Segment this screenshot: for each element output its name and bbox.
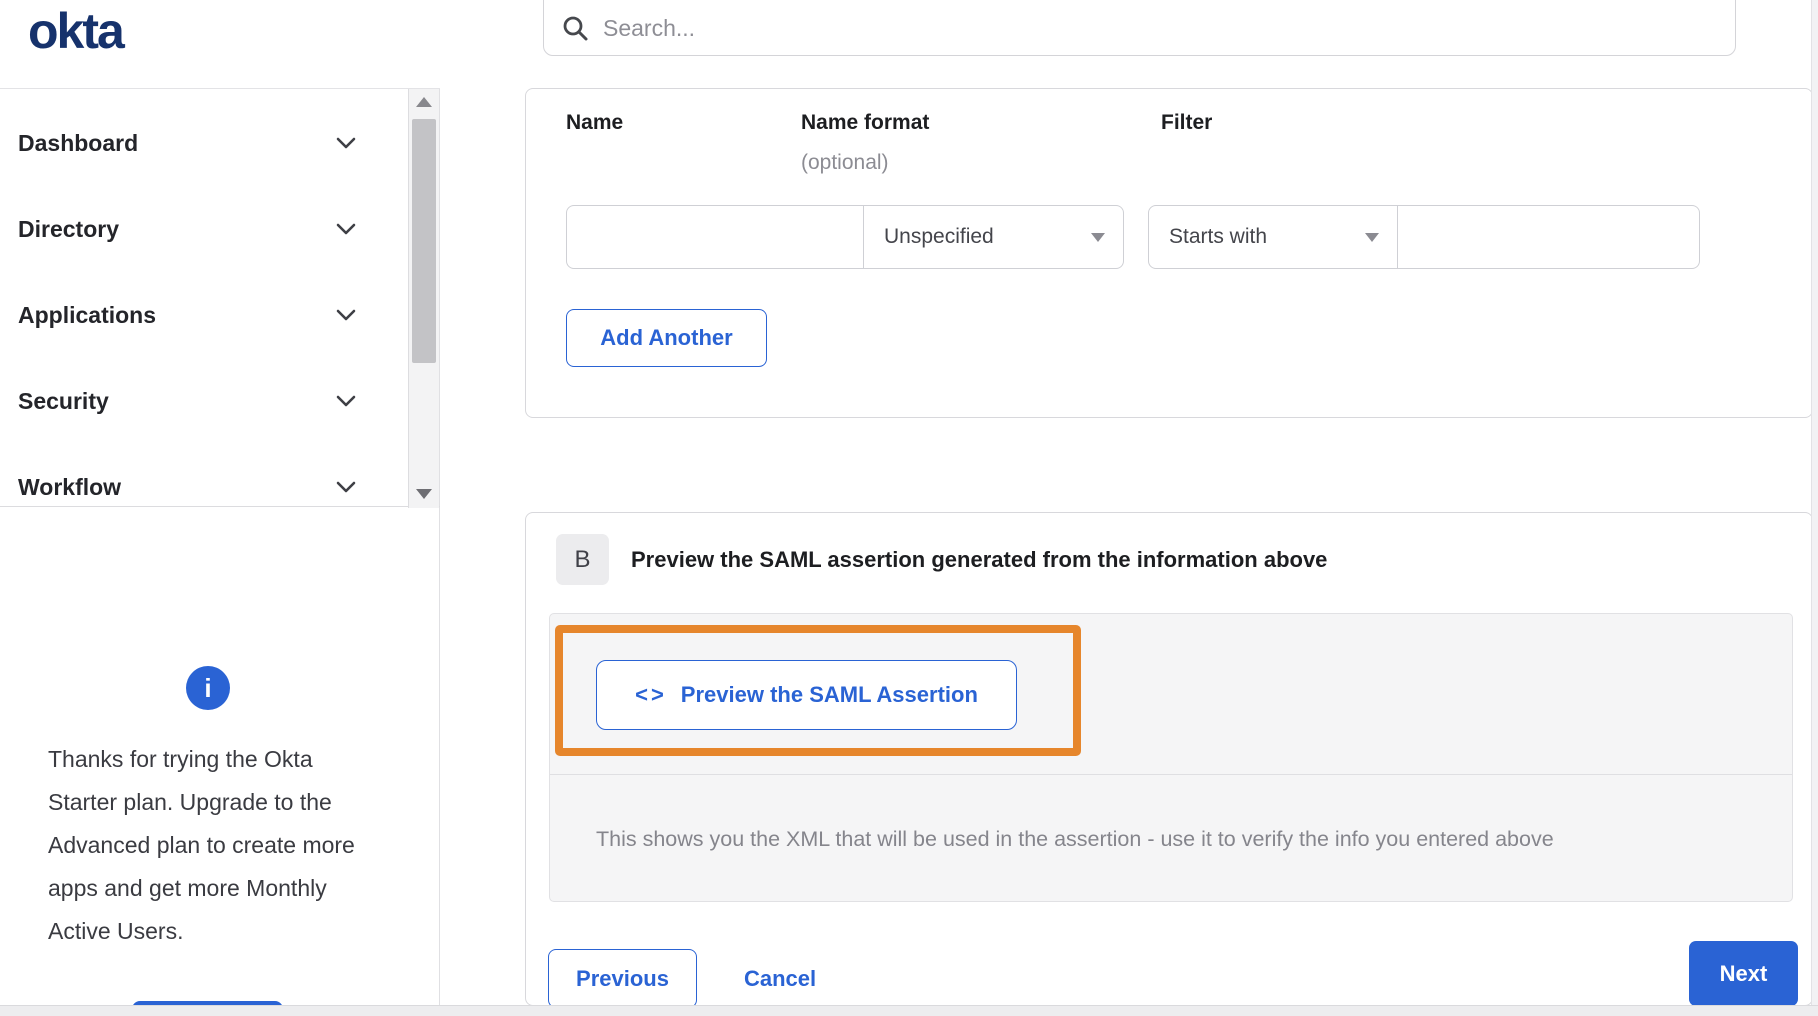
- preview-help-text: This shows you the XML that will be used…: [596, 826, 1554, 851]
- filter-operator-selected-value: Starts with: [1169, 225, 1268, 248]
- filter-label: Filter: [1161, 111, 1213, 134]
- cancel-button[interactable]: Cancel: [744, 949, 816, 1008]
- sidebar-item-dashboard[interactable]: Dashboard: [0, 101, 406, 185]
- chevron-down-icon: [336, 481, 356, 493]
- name-format-label: Name format: [801, 111, 930, 134]
- next-button[interactable]: Next: [1689, 941, 1798, 1006]
- scroll-down-button[interactable]: [409, 481, 439, 507]
- triangle-down-icon: [416, 489, 432, 499]
- triangle-up-icon: [416, 97, 432, 107]
- sidebar-item-directory[interactable]: Directory: [0, 187, 406, 271]
- scrollbar-thumb[interactable]: [412, 119, 436, 363]
- name-label: Name: [566, 111, 624, 134]
- chevron-down-icon: [336, 309, 356, 321]
- sidebar-item-label: Dashboard: [18, 129, 139, 156]
- sidebar-item-applications[interactable]: Applications: [0, 273, 406, 357]
- search-input[interactable]: [603, 14, 1603, 42]
- code-icon: <>: [635, 682, 667, 707]
- filter-operator-select[interactable]: Starts with: [1148, 205, 1398, 269]
- okta-logo[interactable]: okta: [28, 2, 125, 60]
- scroll-up-button[interactable]: [409, 89, 439, 115]
- chevron-down-icon: [336, 223, 356, 235]
- global-search: [543, 0, 1736, 56]
- attribute-name-input[interactable]: [566, 205, 864, 269]
- add-another-button[interactable]: Add Another: [566, 309, 767, 367]
- preview-assertion-card: B Preview the SAML assertion generated f…: [525, 512, 1813, 1008]
- sidebar-nav: Dashboard Directory Applications Securit…: [0, 88, 440, 508]
- name-format-select[interactable]: Unspecified: [864, 205, 1124, 269]
- sidebar-item-label: Workflow: [18, 473, 122, 500]
- caret-down-icon: [1365, 232, 1379, 242]
- caret-down-icon: [1091, 232, 1105, 242]
- sidebar-item-label: Directory: [18, 215, 119, 242]
- info-icon: i: [186, 666, 230, 710]
- horizontal-scrollbar-track[interactable]: [0, 1005, 1818, 1016]
- sidebar-item-label: Applications: [18, 301, 157, 328]
- sidebar-scrollbar[interactable]: [408, 89, 439, 508]
- okta-admin-console: okta Dashboard Directory Applications Se…: [0, 0, 1818, 1016]
- attribute-statements-card: Name Name format (optional) Filter Unspe…: [525, 88, 1813, 418]
- step-b-badge: B: [556, 534, 609, 585]
- sidebar-item-workflow[interactable]: Workflow: [0, 445, 406, 529]
- chevron-down-icon: [336, 137, 356, 149]
- name-format-selected-value: Unspecified: [884, 225, 994, 248]
- name-format-optional-label: (optional): [801, 151, 889, 174]
- preview-panel-top: <> Preview the SAML Assertion: [550, 614, 1792, 775]
- search-icon: [563, 16, 588, 40]
- preview-saml-assertion-button[interactable]: <> Preview the SAML Assertion: [596, 660, 1017, 730]
- page-scrollbar-track[interactable]: [1811, 0, 1818, 1005]
- sidebar-item-security[interactable]: Security: [0, 359, 406, 443]
- sidebar-item-label: Security: [18, 387, 109, 414]
- filter-value-input[interactable]: [1398, 205, 1700, 269]
- section-b-title: Preview the SAML assertion generated fro…: [631, 547, 1328, 572]
- trial-promo-text: Thanks for trying the Okta Starter plan.…: [48, 746, 355, 944]
- preview-button-label: Preview the SAML Assertion: [680, 682, 978, 707]
- preview-panel: <> Preview the SAML Assertion This shows…: [549, 613, 1793, 902]
- sidebar: Dashboard Directory Applications Securit…: [0, 88, 440, 1016]
- chevron-down-icon: [336, 395, 356, 407]
- previous-button[interactable]: Previous: [548, 949, 697, 1008]
